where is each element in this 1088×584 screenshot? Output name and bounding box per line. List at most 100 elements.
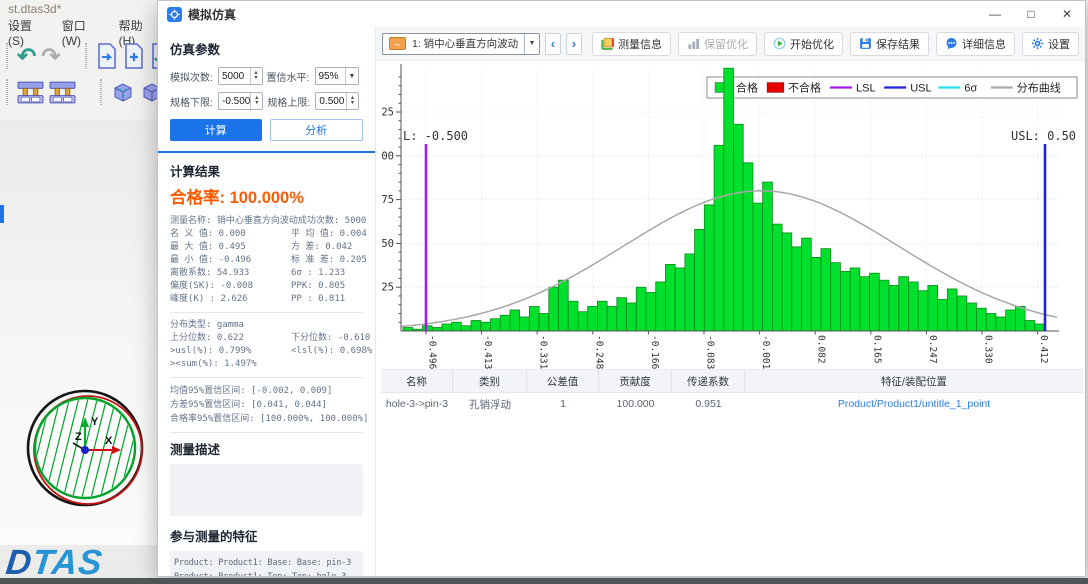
- maximize-button[interactable]: □: [1013, 1, 1049, 27]
- toolbar-drag-handle[interactable]: [6, 43, 8, 69]
- measure-info-icon: [601, 37, 614, 50]
- svg-text:LSL: LSL: [856, 83, 876, 95]
- chart-legend: 合格 不合格 LSL USL 6σ 分布曲线: [706, 76, 1078, 99]
- stats-block: 测量名称: 销中心垂直方向波动 成功次数: 5000 名 义 值: 0.000 平 均…: [170, 215, 367, 306]
- module-icon[interactable]: [140, 80, 157, 104]
- chat-button[interactable]: 详细信息: [936, 31, 1015, 56]
- measure-icon: ↔: [389, 37, 406, 50]
- dialog-titlebar[interactable]: 模拟仿真 — □ ✕: [158, 1, 1085, 28]
- play-button[interactable]: 开始优化: [764, 31, 843, 56]
- table-header-cell[interactable]: 贡献度: [599, 370, 672, 392]
- z-axis-label: Z: [75, 431, 82, 443]
- table-row[interactable]: hole-3->pin-3 孔销浮动 1 100.000 0.951 Product/Pr…: [381, 393, 1083, 415]
- stat-row: 峰度(K) : 2.626 PP : 0.811: [170, 294, 346, 304]
- measurement-select[interactable]: ↔ 1: 销中心垂直方向波动 ▼: [382, 32, 540, 55]
- features-heading: 参与测量的特征: [170, 530, 258, 544]
- save-icon: [859, 37, 872, 50]
- assembly-icon[interactable]: [111, 80, 135, 104]
- svg-text:合格: 合格: [736, 81, 758, 95]
- spinner-arrows-icon[interactable]: ▲ ▼: [346, 93, 358, 109]
- x-tick-label: -0.331: [538, 335, 549, 369]
- y-tick-label: 75: [381, 194, 394, 206]
- gear-button[interactable]: 设置: [1022, 31, 1079, 56]
- fixture-icon[interactable]: [17, 81, 44, 104]
- bar-chart-button[interactable]: 保留优化: [678, 31, 757, 56]
- toolbar-button-label: 设置: [1048, 38, 1070, 51]
- svg-text:不合格: 不合格: [788, 81, 821, 95]
- chevron-down-icon[interactable]: ▼: [345, 68, 358, 84]
- toolbar-drag-handle[interactable]: [84, 43, 87, 69]
- undo-icon[interactable]: ↶: [17, 43, 36, 69]
- stat-row: 最 小 值: -0.496 标 准 差: 0.205: [170, 255, 367, 265]
- feature-path-link[interactable]: Product/Product1/untitle_1_point: [745, 393, 1083, 415]
- bar-chart-icon: [687, 37, 700, 50]
- table-cell: hole-3->pin-3: [385, 398, 449, 410]
- dtas-logo: DTAS: [4, 543, 105, 583]
- upper-spec-spinner[interactable]: 0.500 ▲ ▼: [315, 92, 359, 110]
- x-tick-label: 0.247: [927, 335, 938, 364]
- x-tick-label: -0.248: [593, 335, 604, 369]
- feature-line: Product: Product1: Top: Top: hole-3: [174, 570, 359, 576]
- sim-count-label: 模拟次数:: [170, 72, 213, 84]
- next-measurement-button[interactable]: ›: [565, 32, 582, 55]
- confidence-interval-line: 方差95%置信区间: [0.041, 0.044]: [170, 400, 327, 410]
- distribution-block: 分布类型: gamma 上分位数: 0.622 下分位数: -0.610 >usl(%…: [170, 319, 372, 371]
- svg-text:分布曲线: 分布曲线: [1017, 81, 1061, 95]
- svg-text:USL: USL: [910, 83, 931, 95]
- chevron-down-icon[interactable]: ▼: [523, 33, 539, 54]
- table-header-cell[interactable]: 特征/装配位置: [745, 370, 1083, 392]
- simulation-left-panel: 仿真参数 模拟次数: 5000 ▲ ▼ 置信水平: 95% ▼ 规格下限: -0.50…: [158, 27, 376, 576]
- confidence-interval-line: 合格率95%置信区间: [100.000%, 100.000%]: [170, 414, 369, 424]
- table-header-row: 名称 类别 公差值 贡献度 传递系数 特征/装配位置: [381, 369, 1083, 393]
- params-heading: 仿真参数: [170, 43, 221, 57]
- toolbar-drag-handle[interactable]: [6, 79, 8, 105]
- toolbar-drag-handle[interactable]: [100, 79, 102, 105]
- save-button[interactable]: 保存结果: [850, 31, 929, 56]
- stat-row: ><sum(%): 1.497%: [170, 359, 257, 369]
- close-button[interactable]: ✕: [1049, 1, 1085, 27]
- toolbar-row-2: [0, 74, 157, 110]
- import-icon[interactable]: [150, 43, 157, 69]
- y-tick-label: 50: [381, 238, 394, 250]
- measure-desc-heading: 测量描述: [170, 443, 221, 457]
- table-header-cell[interactable]: 名称: [381, 370, 453, 392]
- x-tick-label: -0.496: [427, 335, 438, 369]
- features-box[interactable]: Product: Product1: Base: Base: pin-3 Prod…: [170, 551, 363, 576]
- x-tick-label: 0.412: [1038, 335, 1049, 364]
- collapsed-panel-accent[interactable]: [0, 205, 4, 223]
- prev-measurement-button[interactable]: ‹: [544, 32, 561, 55]
- minimize-button[interactable]: —: [977, 1, 1013, 27]
- y-tick-label: 100: [381, 150, 394, 162]
- x-tick-label: 0.082: [816, 335, 827, 364]
- table-header-cell[interactable]: 类别: [453, 370, 527, 392]
- histogram-chart: 合格 不合格 LSL USL 6σ 分布曲线 25 50 75 100 125 -0.496 -0.41…: [381, 64, 1078, 369]
- svg-text:6σ: 6σ: [964, 83, 977, 95]
- paste-icon[interactable]: [96, 43, 118, 69]
- calculate-button[interactable]: 计算: [170, 119, 262, 141]
- histogram-bars: [402, 67, 1045, 332]
- measure-desc-box[interactable]: [170, 464, 363, 516]
- toolbar-button-label: 测量信息: [618, 38, 662, 51]
- measurement-toolbar: ↔ 1: 销中心垂直方向波动 ▼ ‹ › 测量信息 保留优化 开始优化 保存结果 详细信…: [376, 27, 1085, 61]
- stat-row: 分布类型: gamma: [170, 320, 244, 330]
- window-title: st.dtas3d*: [8, 2, 62, 16]
- lower-spec-spinner[interactable]: -0.500 ▲ ▼: [218, 92, 264, 110]
- x-tick-label: -0.413: [482, 335, 493, 369]
- stat-row: 最 大 值: 0.495 方 差: 0.042: [170, 242, 353, 252]
- measure-info-button[interactable]: 测量信息: [592, 31, 671, 56]
- confidence-select[interactable]: 95% ▼: [314, 67, 359, 85]
- fixture-2-icon[interactable]: [49, 81, 76, 104]
- cad-viewport[interactable]: Y Z X: [0, 120, 157, 545]
- spinner-arrows-icon[interactable]: ▲ ▼: [250, 93, 262, 109]
- analyze-button[interactable]: 分析: [269, 119, 363, 141]
- lsl-label: L: -0.500: [403, 129, 468, 143]
- add-file-icon[interactable]: [123, 43, 145, 69]
- spinner-arrows-icon[interactable]: ▲ ▼: [249, 68, 262, 84]
- redo-icon[interactable]: ↷: [41, 43, 60, 69]
- play-icon: [773, 37, 786, 50]
- table-header-cell[interactable]: 公差值: [527, 370, 599, 392]
- sim-count-spinner[interactable]: 5000 ▲ ▼: [218, 67, 263, 85]
- table-header-cell[interactable]: 传递系数: [672, 370, 745, 392]
- stat-row: 名 义 值: 0.000 平 均 值: 0.004: [170, 229, 367, 239]
- blue-divider: [158, 151, 375, 153]
